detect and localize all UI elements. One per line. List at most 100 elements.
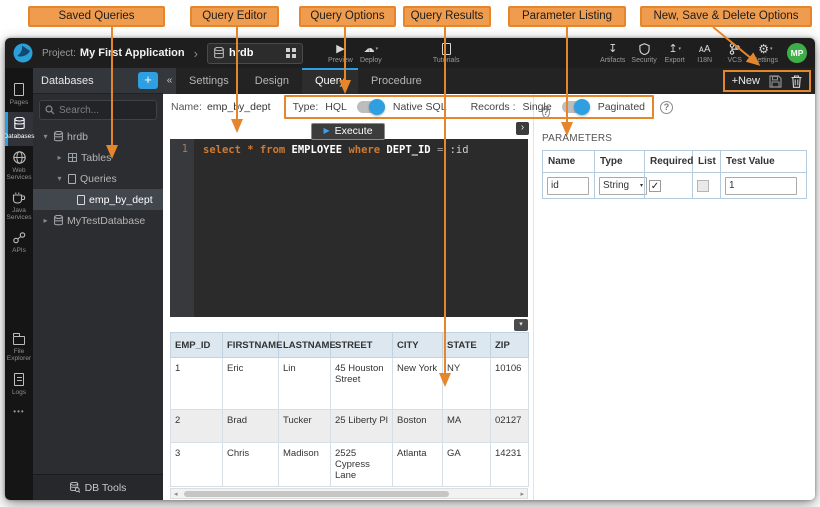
play-icon: ▶ xyxy=(323,126,329,135)
database-tree: ▾ hrdb ▸ Tables ▾ Queries xyxy=(33,126,163,474)
execute-row: ▶ Execute › xyxy=(163,120,533,138)
type-option-hql[interactable]: HQL xyxy=(325,101,347,113)
security-button[interactable]: Security xyxy=(628,43,659,64)
type-label: Type: xyxy=(293,101,319,113)
i18n-button[interactable]: ᴀA I18N xyxy=(690,43,720,64)
param-test-value-input[interactable] xyxy=(725,177,797,195)
rail-item-apis[interactable]: APIs xyxy=(5,227,33,260)
tutorials-button[interactable]: Tutorials xyxy=(430,43,463,64)
databases-panel: Databases + ▾ hrdb xyxy=(33,68,163,500)
column-header: EMP_ID xyxy=(171,333,223,358)
deploy-label: Deploy xyxy=(360,57,382,64)
grid-icon[interactable] xyxy=(286,48,296,58)
rail-item-web-services[interactable]: Web Services xyxy=(5,146,33,187)
tab-settings[interactable]: Settings xyxy=(176,68,242,94)
project-label: Project: xyxy=(42,48,76,59)
tab-procedure[interactable]: Procedure xyxy=(358,68,435,94)
settings-button[interactable]: ⚙▾ Settings xyxy=(750,43,781,64)
project-name[interactable]: My First Application xyxy=(80,47,185,59)
topbar-right-actions: ↧ Artifacts Security ↥▾ Export ᴀA I18N xyxy=(597,43,807,64)
cell: 3 xyxy=(171,443,223,487)
database-icon xyxy=(14,117,25,130)
sql-code-line: select * from EMPLOYEE where DEPT_ID = :… xyxy=(194,139,469,317)
scroll-left-icon[interactable]: ◂ xyxy=(174,490,178,498)
db-tools-button[interactable]: DB Tools xyxy=(33,474,163,500)
table-row: 1 Eric Lin 45 Houston Street New York NY… xyxy=(171,358,529,410)
rail-item-databases[interactable]: Databases xyxy=(5,112,33,146)
add-database-button[interactable]: + xyxy=(138,72,158,89)
file-icon xyxy=(77,195,85,205)
expand-params-button[interactable]: › xyxy=(516,122,529,135)
tree-node-hrdb[interactable]: ▾ hrdb xyxy=(33,126,163,147)
rail-item-pages[interactable]: Pages xyxy=(5,78,33,112)
trash-icon[interactable] xyxy=(791,75,802,88)
rail-item-logs[interactable]: Logs xyxy=(5,368,33,402)
type-option-native-sql[interactable]: Native SQL xyxy=(393,101,447,113)
caret-right-icon[interactable]: ▸ xyxy=(41,216,50,225)
execute-button[interactable]: ▶ Execute xyxy=(311,123,384,140)
callout-parameter-listing: Parameter Listing xyxy=(508,6,626,27)
caret-right-icon[interactable]: ▸ xyxy=(55,153,64,162)
type-toggle[interactable] xyxy=(357,101,383,113)
callout-new-save-delete: New, Save & Delete Options xyxy=(640,6,812,27)
rail-item-file-explorer[interactable]: File Explorer xyxy=(5,328,33,368)
vcs-button[interactable]: VCS xyxy=(720,43,750,64)
database-icon xyxy=(54,131,63,142)
download-icon: ↧ xyxy=(608,43,617,56)
tab-design[interactable]: Design xyxy=(242,68,302,94)
db-tools-icon xyxy=(70,482,80,493)
param-name-input[interactable] xyxy=(547,177,589,195)
column-header: Name xyxy=(543,151,595,173)
cell: 10106 xyxy=(491,358,529,410)
cell: 45 Houston Street xyxy=(331,358,393,410)
callout-query-options: Query Options xyxy=(299,6,396,27)
scrollbar-thumb[interactable] xyxy=(184,491,449,498)
records-option-paginated[interactable]: Paginated xyxy=(598,101,645,113)
chevron-down-button[interactable]: ▾ xyxy=(514,319,528,331)
user-avatar[interactable]: MP xyxy=(787,43,807,63)
export-icon: ↥ xyxy=(668,43,677,56)
records-option-single[interactable]: Single xyxy=(523,101,552,113)
globe-icon xyxy=(13,151,26,164)
deploy-button[interactable]: ☁↑▾ Deploy xyxy=(356,43,386,64)
param-required-checkbox[interactable]: ✓ xyxy=(649,180,661,192)
scroll-right-icon[interactable]: ▸ xyxy=(520,490,524,498)
tree-node-tables[interactable]: ▸ Tables xyxy=(33,147,163,168)
export-button[interactable]: ↥▾ Export xyxy=(660,43,690,64)
param-type-select[interactable]: String ▾ xyxy=(599,177,647,195)
rail-item-more[interactable]: ••• xyxy=(5,402,33,422)
cell: Lin xyxy=(279,358,331,410)
tutorials-icon xyxy=(442,43,451,55)
horizontal-scrollbar[interactable]: ◂ ▸ xyxy=(170,488,528,499)
tree-node-queries[interactable]: ▾ Queries xyxy=(33,168,163,189)
execute-label: Execute xyxy=(335,125,373,137)
column-header: Test Value xyxy=(721,151,807,173)
tab-query[interactable]: Query xyxy=(302,68,358,94)
caret-down-icon: ▾ xyxy=(770,43,773,56)
cell: 14231 xyxy=(491,443,529,487)
query-options-group: Type: HQL Native SQL Records : Single Pa… xyxy=(284,95,654,119)
sql-code-editor[interactable]: 1 select * from EMPLOYEE where DEPT_ID =… xyxy=(170,139,528,317)
caret-down-icon[interactable]: ▾ xyxy=(41,132,50,141)
collapse-panel-button[interactable]: « xyxy=(163,68,176,94)
file-explorer-label: File Explorer xyxy=(5,348,33,362)
tree-node-emp-by-dept[interactable]: emp_by_dept xyxy=(33,189,163,210)
new-query-button[interactable]: +New xyxy=(732,75,760,87)
preview-button[interactable]: ▶ Preview xyxy=(325,43,356,64)
caret-down-icon[interactable]: ▾ xyxy=(55,174,64,183)
tree-node-mytestdatabase[interactable]: ▸ MyTestDatabase xyxy=(33,210,163,231)
chevron-right-icon: › xyxy=(194,46,198,61)
artifacts-button[interactable]: ↧ Artifacts xyxy=(597,43,628,64)
column-header: LASTNAME xyxy=(279,333,331,358)
save-icon[interactable] xyxy=(769,75,782,88)
sql-keyword: where xyxy=(348,144,386,156)
records-toggle[interactable] xyxy=(562,101,588,113)
artifacts-label: Artifacts xyxy=(600,57,625,64)
database-selector[interactable]: hrdb xyxy=(207,43,303,64)
search-input[interactable] xyxy=(59,105,151,116)
databases-panel-title: Databases xyxy=(41,75,138,87)
sql-keyword: select xyxy=(203,144,247,156)
param-list-checkbox[interactable] xyxy=(697,180,709,192)
rail-item-java-services[interactable]: Java Services xyxy=(5,187,33,227)
help-icon[interactable]: ? xyxy=(660,101,673,114)
